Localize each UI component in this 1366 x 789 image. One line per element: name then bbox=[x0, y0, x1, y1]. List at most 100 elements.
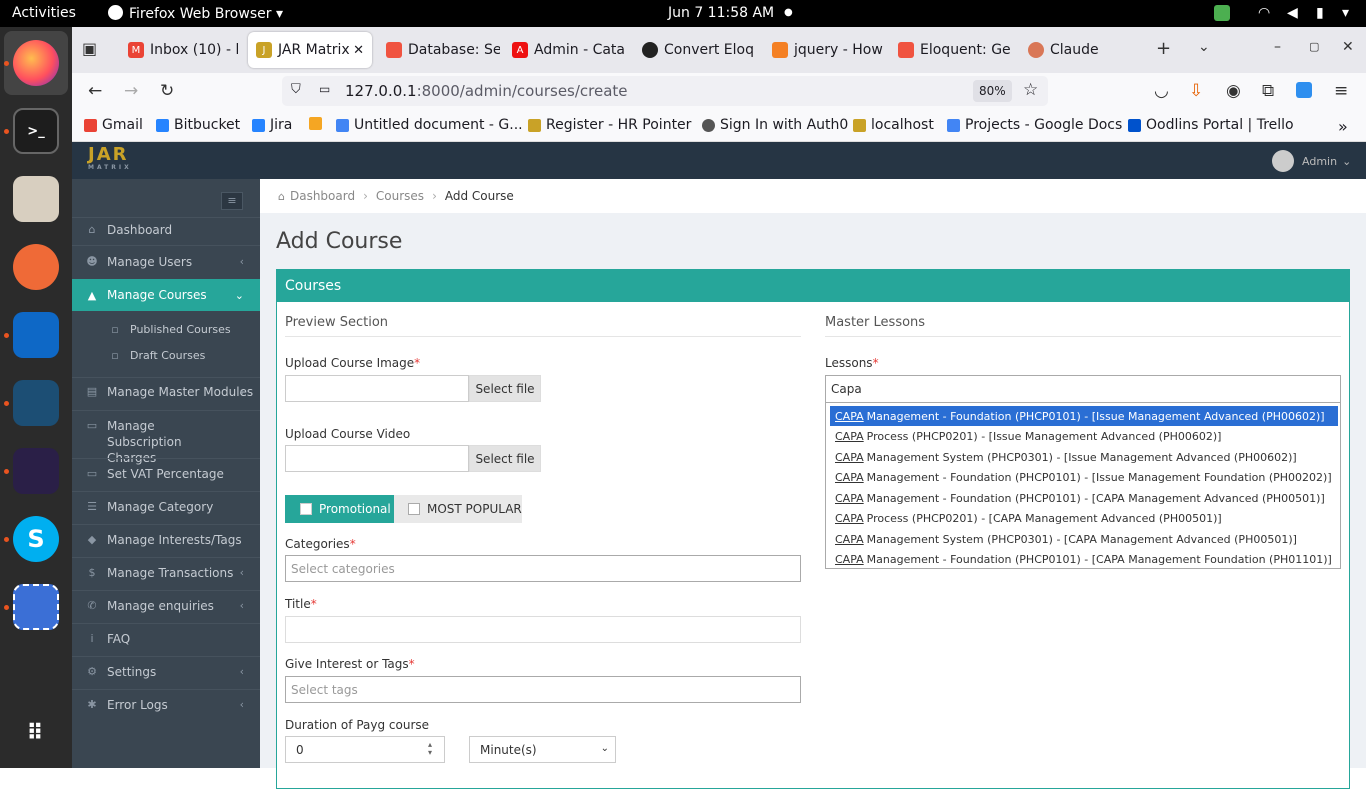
back-icon[interactable]: ← bbox=[88, 81, 102, 101]
sidebar-item-manage-courses[interactable]: ▲ Manage Courses ⌄ bbox=[72, 279, 260, 311]
new-tab-icon[interactable]: + bbox=[1156, 38, 1171, 59]
minimize-icon[interactable]: – bbox=[1274, 39, 1281, 55]
obsidian-icon[interactable] bbox=[13, 448, 59, 494]
bookmark-gmail[interactable]: Gmail bbox=[84, 117, 143, 133]
lessons-search-input[interactable]: Capa bbox=[825, 375, 1341, 403]
categories-select[interactable]: Select categories bbox=[285, 555, 801, 582]
tab-database[interactable]: Database: Se bbox=[382, 32, 500, 68]
firefox-icon[interactable] bbox=[13, 40, 59, 86]
skype-icon[interactable]: S bbox=[13, 516, 59, 562]
more-bookmarks-icon[interactable]: » bbox=[1338, 117, 1348, 136]
sidebar-item-manage-subscription-charges[interactable]: ▭ Manage Subscription Charges bbox=[72, 418, 222, 465]
lesson-option[interactable]: CAPA Process (PHCP0201) - [Issue Manageme… bbox=[830, 426, 1338, 446]
lesson-option[interactable]: CAPA Management - Foundation (PHCP0101) -… bbox=[830, 549, 1338, 569]
sidebar-item-manage-users[interactable]: ☻ Manage Users ‹ bbox=[72, 255, 260, 277]
duration-input[interactable]: 0 ▴ ▾ bbox=[285, 736, 445, 763]
shield-icon[interactable]: ⛉ bbox=[291, 82, 301, 97]
list-tabs-icon[interactable]: ⌄ bbox=[1198, 39, 1210, 55]
wifi-icon[interactable]: ◠ bbox=[1258, 5, 1270, 21]
page-icon[interactable]: ▭ bbox=[319, 82, 330, 96]
bookmark-untitled[interactable] bbox=[309, 117, 327, 130]
sidebar-item-manage-enquiries[interactable]: ✆ Manage enquiries ‹ bbox=[72, 599, 260, 621]
url-bar[interactable]: ⛉ ▭ 127.0.0.1:8000/admin/courses/create … bbox=[282, 76, 1048, 106]
firefox-app-menu[interactable]: Firefox Web Browser ▾ bbox=[108, 5, 283, 22]
bookmark-star-icon[interactable]: ☆ bbox=[1023, 80, 1038, 100]
lesson-option[interactable]: CAPA Management - Foundation (PHCP0101) -… bbox=[830, 467, 1338, 487]
bookmark-trello[interactable]: Oodlins Portal | Trello bbox=[1128, 117, 1294, 133]
tab-admin[interactable]: A Admin - Cata bbox=[508, 32, 628, 68]
sidebar-item-settings[interactable]: ⚙ Settings ‹ bbox=[72, 665, 260, 687]
user-menu[interactable]: Admin ⌄ bbox=[1272, 150, 1351, 172]
bookmark-untitled-document[interactable]: Untitled document - G... bbox=[336, 117, 523, 133]
close-window-icon[interactable]: ✕ bbox=[1342, 39, 1354, 55]
sidebar-item-faq[interactable]: i FAQ bbox=[72, 632, 260, 654]
close-tab-icon[interactable]: ✕ bbox=[353, 43, 364, 58]
stepper-icon[interactable]: ▴ ▾ bbox=[428, 741, 432, 757]
bookmark-auth0[interactable]: Sign In with Auth0 bbox=[702, 117, 848, 133]
forward-icon[interactable]: → bbox=[124, 81, 138, 101]
tab-eloquent[interactable]: Eloquent: Ge bbox=[894, 32, 1012, 68]
lesson-option[interactable]: CAPA Management System (PHCP0301) - [CAPA… bbox=[830, 529, 1338, 549]
lesson-option[interactable]: CAPA Management - Foundation (PHCP0101) -… bbox=[830, 406, 1338, 426]
postman-icon[interactable] bbox=[13, 244, 59, 290]
show-apps-icon[interactable]: ⠿ bbox=[13, 710, 59, 756]
title-input[interactable] bbox=[285, 616, 801, 643]
course-video-file-input[interactable] bbox=[285, 445, 469, 472]
extension-icon[interactable] bbox=[1296, 82, 1312, 98]
activities-button[interactable]: Activities bbox=[12, 5, 76, 21]
select-image-button[interactable]: Select file bbox=[469, 375, 541, 402]
downloads-icon[interactable]: ⇩ bbox=[1189, 81, 1203, 101]
menu-icon[interactable]: ≡ bbox=[1334, 81, 1348, 101]
tab-jquery[interactable]: jquery - How bbox=[768, 32, 886, 68]
sidebar-item-error-logs[interactable]: ✱ Error Logs ‹ bbox=[72, 698, 260, 720]
tab-convert[interactable]: Convert Eloq bbox=[638, 32, 756, 68]
zoom-level[interactable]: 80% bbox=[973, 80, 1012, 102]
system-menu-icon[interactable]: ▾ bbox=[1342, 5, 1349, 21]
screenshot-icon[interactable] bbox=[13, 584, 59, 630]
files-icon[interactable] bbox=[13, 176, 59, 222]
duration-unit-select[interactable]: Minute(s) ⌄ bbox=[469, 736, 616, 763]
firefox-view-icon[interactable]: ▣ bbox=[82, 39, 97, 58]
volume-icon[interactable]: ◀ bbox=[1287, 5, 1298, 21]
bookmark-bitbucket[interactable]: Bitbucket bbox=[156, 117, 240, 133]
tab-inbox[interactable]: M Inbox (10) - h bbox=[120, 32, 238, 68]
battery-icon[interactable]: ▮ bbox=[1316, 5, 1324, 21]
most-popular-toggle[interactable]: MOST POPULAR bbox=[394, 495, 522, 523]
bookmark-register[interactable]: Register - HR Pointer bbox=[528, 117, 691, 133]
bookmark-projects[interactable]: Projects - Google Docs bbox=[947, 117, 1122, 133]
lesson-option[interactable]: CAPA Process (PHCP0201) - [CAPA Managemen… bbox=[830, 508, 1338, 528]
tab-jar-matrix[interactable]: J JAR Matrix ✕ bbox=[248, 32, 372, 68]
sidebar-toggle-icon[interactable]: ≡ bbox=[221, 192, 243, 210]
breadcrumb-courses[interactable]: Courses bbox=[376, 189, 424, 203]
select-video-button[interactable]: Select file bbox=[469, 445, 541, 472]
bookmark-jira[interactable]: Jira bbox=[252, 117, 292, 133]
tags-select[interactable]: Select tags bbox=[285, 676, 801, 703]
sidebar-item-manage-transactions[interactable]: $ Manage Transactions ‹ bbox=[72, 566, 260, 588]
app-logo[interactable]: JAR MATRIX bbox=[88, 146, 132, 172]
maximize-icon[interactable]: ▢ bbox=[1309, 40, 1319, 53]
bookmark-localhost[interactable]: localhost bbox=[853, 117, 934, 133]
terminal-icon[interactable]: >_ bbox=[13, 108, 59, 154]
sidebar-item-dashboard[interactable]: ⌂ Dashboard bbox=[72, 223, 260, 245]
account-icon[interactable]: ◉ bbox=[1226, 81, 1241, 101]
extensions-icon[interactable]: ⧉ bbox=[1262, 81, 1274, 101]
sidebar-item-manage-interests-tags[interactable]: ◆ Manage Interests/Tags bbox=[72, 533, 260, 555]
update-icon[interactable] bbox=[1214, 5, 1230, 21]
clock[interactable]: Jun 7 11:58 AM bbox=[668, 5, 774, 21]
most-popular-checkbox[interactable] bbox=[408, 503, 420, 515]
tab-claude[interactable]: Claude bbox=[1024, 32, 1142, 68]
mysql-workbench-icon[interactable] bbox=[13, 380, 59, 426]
vscode-icon[interactable] bbox=[13, 312, 59, 358]
course-image-file-input[interactable] bbox=[285, 375, 469, 402]
lesson-option[interactable]: CAPA Management System (PHCP0301) - [Issu… bbox=[830, 447, 1338, 467]
promotional-checkbox[interactable] bbox=[300, 503, 312, 515]
sidebar-item-set-vat-percentage[interactable]: ▭ Set VAT Percentage bbox=[72, 467, 260, 489]
lesson-option[interactable]: CAPA Management - Foundation (PHCP0101) -… bbox=[830, 488, 1338, 508]
sidebar-item-manage-category[interactable]: ☰ Manage Category bbox=[72, 500, 260, 522]
sidebar-item-draft-courses[interactable]: ▫ Draft Courses bbox=[72, 349, 260, 369]
breadcrumb-dashboard[interactable]: Dashboard bbox=[290, 189, 355, 203]
promotional-toggle[interactable]: Promotional bbox=[285, 495, 394, 523]
sidebar-item-manage-master-modules[interactable]: ▤ Manage Master Modules ‹ bbox=[72, 385, 260, 407]
reload-icon[interactable]: ↻ bbox=[160, 81, 174, 101]
sidebar-item-published-courses[interactable]: ▫ Published Courses bbox=[72, 323, 260, 343]
